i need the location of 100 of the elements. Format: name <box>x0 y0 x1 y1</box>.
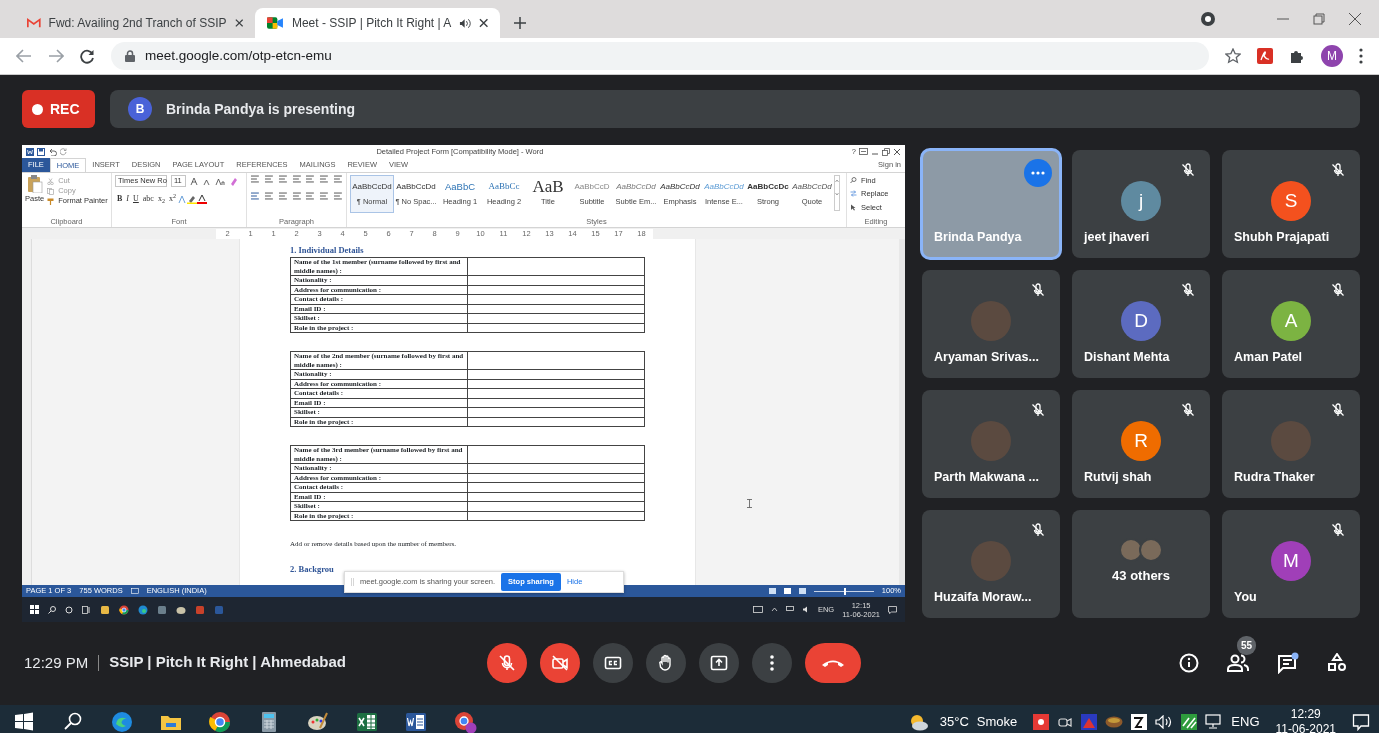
presenter-text: Brinda Pandya is presenting <box>166 99 356 119</box>
meeting-details-button[interactable] <box>1179 651 1199 674</box>
participant-name: Aryaman Srivas... <box>934 349 1039 367</box>
chevron-up-icon[interactable] <box>770 607 778 612</box>
shapes-icon <box>1327 653 1347 674</box>
zoom-slider-thumb[interactable] <box>843 587 846 595</box>
avatar: A <box>1271 301 1311 341</box>
participant-name: Brinda Pandya <box>934 229 1022 247</box>
clock-date[interactable]: 11-06-2021 <box>1275 721 1336 733</box>
network-icon[interactable] <box>1205 714 1224 729</box>
participant-count-badge: 55 <box>1237 636 1257 656</box>
paste-icon[interactable] <box>26 175 43 193</box>
info-icon <box>1179 653 1199 674</box>
format-button[interactable]: abc <box>140 194 156 204</box>
network-icon[interactable] <box>785 606 794 613</box>
video-camera-icon <box>267 17 284 29</box>
new-tab-icon[interactable] <box>514 17 526 29</box>
notification-icon[interactable] <box>888 605 897 614</box>
participant-name: Huzaifa Moraw... <box>934 589 1032 607</box>
undo-icon[interactable] <box>48 147 57 156</box>
reload-icon[interactable] <box>80 48 95 64</box>
record-button[interactable]: REC <box>22 90 95 128</box>
shrink-font-icon[interactable] <box>203 177 211 185</box>
participant-name: Rutvij shah <box>1084 469 1152 487</box>
weather-condition[interactable]: Smoke <box>976 711 1018 732</box>
camera-off-icon <box>550 652 571 673</box>
leave-call-button[interactable] <box>805 642 862 683</box>
language-indicator[interactable]: ENG <box>1231 711 1260 732</box>
browser-tab[interactable]: Meet - SSIP | Pitch It Right | A <box>255 8 500 38</box>
format-button[interactable]: I <box>124 194 131 204</box>
restore-icon[interactable] <box>882 147 890 156</box>
activities-button[interactable] <box>1327 651 1347 674</box>
search-icon[interactable] <box>48 605 56 614</box>
style-preview: AaBbCcDd <box>704 181 744 194</box>
participant-name: Dishant Mehta <box>1084 349 1170 367</box>
proofing-icon[interactable] <box>130 588 139 594</box>
chat-button[interactable] <box>1277 651 1299 674</box>
change-case-icon[interactable] <box>215 177 225 185</box>
participant-name: Shubh Prajapati <box>1234 229 1330 247</box>
volume-icon[interactable] <box>1155 714 1174 729</box>
chrome-icon[interactable] <box>208 709 232 733</box>
style-preview: AaBbCcDd <box>792 181 832 194</box>
forward-icon[interactable] <box>48 49 64 63</box>
star-icon[interactable] <box>1225 48 1241 64</box>
ribbon-display-icon[interactable] <box>859 148 868 155</box>
avatar-photo <box>1271 421 1311 461</box>
save-icon[interactable] <box>37 147 45 156</box>
maximize-icon[interactable] <box>1313 13 1325 25</box>
address-bar[interactable]: meet.google.com/otp-etcn-emu <box>111 42 1209 70</box>
print-layout-icon[interactable] <box>783 588 791 594</box>
read-mode-icon[interactable] <box>768 588 776 594</box>
microphone-button[interactable] <box>487 642 528 683</box>
menu-icon[interactable] <box>1359 48 1363 64</box>
task-view-icon[interactable] <box>82 605 91 614</box>
meeting-time: 12:29 PM <box>24 654 100 671</box>
avatar: R <box>1121 421 1161 461</box>
highlight-icon[interactable] <box>186 194 197 204</box>
profile-avatar[interactable]: M <box>1321 45 1343 67</box>
edge-icon[interactable] <box>110 709 134 733</box>
close-icon[interactable] <box>478 18 488 28</box>
app-tray-icon[interactable] <box>1131 713 1148 730</box>
windows-logo-icon[interactable] <box>30 605 39 614</box>
chrome-icon[interactable] <box>119 604 129 615</box>
style-preview: AaBbCcDd <box>396 181 436 194</box>
scissors-icon <box>47 177 55 185</box>
format-button[interactable]: B <box>115 194 125 204</box>
style-preview: AaBbC <box>444 180 476 194</box>
format-button[interactable]: x$_{2}$ <box>155 194 167 204</box>
format-button[interactable]: U <box>131 194 141 204</box>
chrome-profile-icon[interactable] <box>453 709 477 733</box>
web-layout-icon[interactable] <box>798 588 806 594</box>
browser-tab[interactable]: Fwd: Availing 2nd Tranch of SSIP <box>15 8 255 38</box>
edge-icon[interactable] <box>138 604 148 615</box>
puzzle-icon[interactable] <box>1289 48 1305 64</box>
copy-icon <box>47 187 55 195</box>
section-heading: 1. Individual Details <box>290 245 365 255</box>
grow-font-icon[interactable] <box>190 177 199 185</box>
volume-icon[interactable] <box>801 606 810 613</box>
clock-time[interactable]: 12:29 <box>1290 706 1321 722</box>
swap-icon <box>850 190 857 198</box>
app-tray-icon[interactable] <box>1033 713 1050 730</box>
clear-formatting-icon[interactable] <box>229 176 238 186</box>
format-button[interactable]: x$^{2}$ <box>166 194 178 204</box>
keyboard-icon[interactable] <box>752 606 763 613</box>
avatar: j <box>1121 181 1161 221</box>
mail-icon <box>27 17 41 29</box>
circle-icon[interactable] <box>65 605 73 614</box>
close-icon[interactable] <box>893 147 901 156</box>
record-dot-icon <box>32 103 43 115</box>
camera-button[interactable] <box>540 642 581 683</box>
pdf-icon[interactable] <box>1257 48 1273 64</box>
app-tray-icon[interactable] <box>1181 713 1198 730</box>
close-icon[interactable] <box>234 18 243 28</box>
font-color-icon[interactable] <box>196 194 207 204</box>
lock-icon <box>125 50 135 62</box>
back-icon[interactable] <box>16 49 32 63</box>
temperature[interactable]: 35°C <box>939 711 969 732</box>
close-icon[interactable] <box>1349 13 1361 25</box>
drag-handle-icon[interactable] <box>351 578 354 586</box>
participant-name: Parth Makwana ... <box>934 469 1039 487</box>
